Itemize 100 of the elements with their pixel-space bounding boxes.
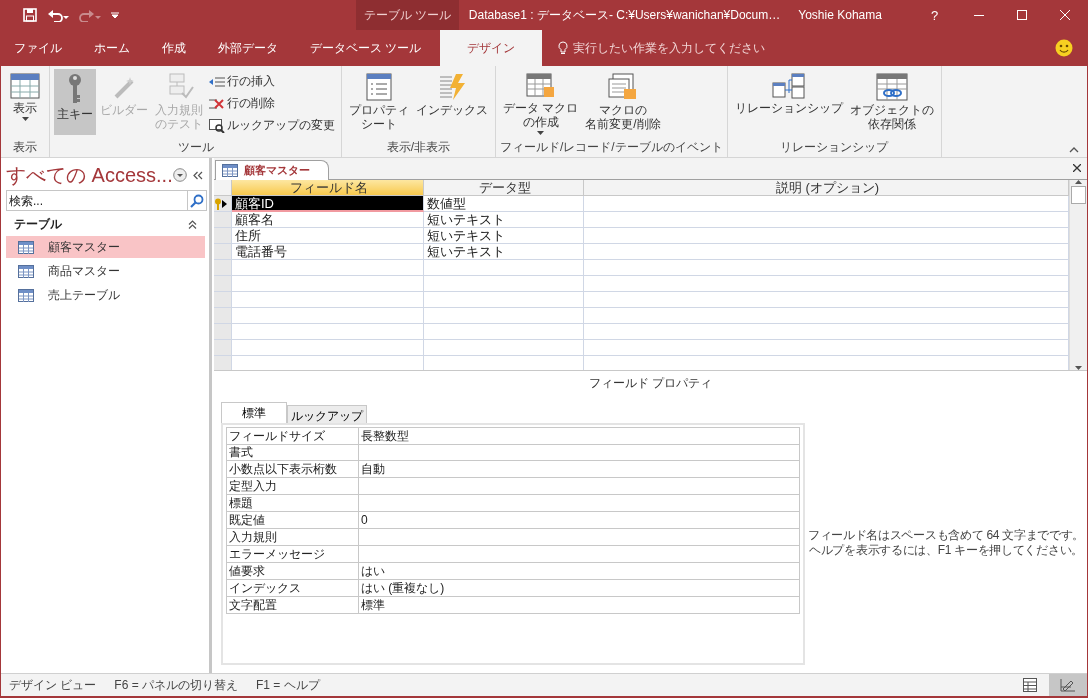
ribbon-button[interactable]: インデックス bbox=[413, 69, 491, 135]
field-name-cell[interactable]: 住所 bbox=[232, 228, 424, 244]
collapse-ribbon-button[interactable] bbox=[1069, 147, 1079, 153]
search-button[interactable] bbox=[187, 190, 207, 211]
description-cell[interactable] bbox=[584, 244, 1069, 260]
row-selector[interactable] bbox=[214, 196, 232, 212]
property-value-field[interactable] bbox=[359, 478, 800, 495]
field-name-cell[interactable] bbox=[232, 308, 424, 324]
ribbon-button[interactable]: ルックアップの変更 bbox=[207, 115, 337, 136]
column-header: 説明 (オプション) bbox=[584, 180, 1069, 196]
design-view-icon bbox=[1060, 678, 1076, 692]
scroll-thumb[interactable] bbox=[1071, 186, 1086, 204]
data-type-cell[interactable] bbox=[424, 308, 584, 324]
property-name: フィールドサイズ bbox=[226, 427, 359, 445]
description-cell[interactable] bbox=[584, 212, 1069, 228]
ribbon-tab[interactable]: 作成 bbox=[149, 30, 199, 66]
field-name-cell[interactable]: 顧客名 bbox=[232, 212, 424, 228]
property-value-field[interactable] bbox=[359, 546, 800, 563]
object-dependencies-icon bbox=[875, 73, 908, 101]
data-type-cell[interactable] bbox=[424, 292, 584, 308]
ribbon-tab[interactable]: 外部データ bbox=[205, 30, 291, 66]
ribbon-button[interactable]: 表示 bbox=[5, 69, 45, 135]
field-name-cell[interactable] bbox=[232, 292, 424, 308]
redo-icon[interactable] bbox=[79, 8, 101, 22]
window-title: Database1 : データベース- C:¥Users¥wanichan¥Docum… bbox=[467, 6, 781, 24]
property-name: 小数点以下表示桁数 bbox=[226, 461, 359, 478]
ribbon-group-label: 表示 bbox=[12, 139, 38, 156]
field-name-cell[interactable] bbox=[232, 260, 424, 276]
property-value-field[interactable]: 長整数型 bbox=[359, 427, 800, 445]
data-type-cell[interactable] bbox=[424, 340, 584, 356]
ribbon-tab[interactable]: データベース ツール bbox=[297, 30, 435, 66]
ribbon-tab[interactable]: デザイン bbox=[440, 30, 543, 66]
lightbulb-icon bbox=[558, 41, 569, 55]
data-type-cell[interactable]: 数値型 bbox=[424, 196, 584, 212]
smiley-icon[interactable] bbox=[1055, 39, 1073, 57]
property-value-field[interactable]: はい bbox=[359, 563, 800, 580]
description-cell[interactable] bbox=[584, 292, 1069, 308]
search-field[interactable]: 検索... bbox=[6, 190, 187, 211]
data-type-cell[interactable] bbox=[424, 260, 584, 276]
close-icon bbox=[1073, 164, 1081, 172]
table-icon bbox=[222, 164, 238, 177]
undo-icon[interactable] bbox=[47, 8, 69, 22]
ribbon-button[interactable]: 行の挿入 bbox=[207, 71, 337, 92]
datasheet-view-icon bbox=[10, 73, 40, 99]
save-icon[interactable] bbox=[23, 8, 37, 22]
ribbon-group-label: 表示/非表示 bbox=[385, 139, 452, 156]
property-value-field[interactable] bbox=[359, 495, 800, 512]
tell-me-field[interactable]: 実行したい作業を入力してください bbox=[558, 30, 766, 66]
field-name-cell[interactable] bbox=[232, 324, 424, 340]
data-type-cell[interactable]: 短いテキスト bbox=[424, 212, 584, 228]
nav-pane-title[interactable]: すべての Access... bbox=[6, 161, 173, 189]
data-type-cell[interactable] bbox=[424, 324, 584, 340]
description-cell[interactable] bbox=[584, 276, 1069, 292]
ribbon-button[interactable]: マクロの 名前変更/削除 bbox=[582, 69, 664, 135]
property-value-field[interactable]: 0 bbox=[359, 512, 800, 529]
lookup-change-icon bbox=[209, 118, 225, 133]
description-cell[interactable] bbox=[584, 324, 1069, 340]
ribbon-tab[interactable]: ファイル bbox=[1, 30, 75, 66]
property-value-field[interactable]: はい (重複なし) bbox=[359, 580, 800, 597]
document-tab[interactable]: 顧客マスター bbox=[215, 160, 329, 180]
ribbon-button[interactable]: 主キー bbox=[54, 69, 96, 135]
data-type-cell[interactable]: 短いテキスト bbox=[424, 244, 584, 260]
description-cell[interactable] bbox=[584, 228, 1069, 244]
close-document-button[interactable] bbox=[1073, 164, 1081, 172]
field-name-cell[interactable]: 顧客ID bbox=[232, 196, 424, 212]
property-tab[interactable]: 標準 bbox=[221, 402, 287, 424]
double-chevron-up-icon[interactable] bbox=[188, 219, 197, 229]
ribbon-group-label: リレーションシップ bbox=[779, 139, 890, 156]
ribbon-button[interactable]: プロパティ シート bbox=[346, 69, 412, 135]
property-value-field[interactable]: 標準 bbox=[359, 597, 800, 614]
property-value-field[interactable]: 自動 bbox=[359, 461, 800, 478]
status-text: F6 = パネルの切り替え bbox=[114, 676, 239, 694]
ribbon-button[interactable]: データ マクロ の作成 bbox=[500, 69, 582, 135]
field-name-cell[interactable] bbox=[232, 276, 424, 292]
property-name: 文字配置 bbox=[226, 597, 359, 614]
view-button[interactable] bbox=[1049, 674, 1087, 696]
property-tab[interactable]: ルックアップ bbox=[287, 405, 367, 423]
vertical-scrollbar[interactable] bbox=[1069, 180, 1087, 370]
field-name-cell[interactable] bbox=[232, 340, 424, 356]
nav-item[interactable]: 売上テーブル bbox=[6, 284, 205, 306]
data-type-cell[interactable]: 短いテキスト bbox=[424, 228, 584, 244]
ribbon-tab[interactable]: ホーム bbox=[81, 30, 143, 66]
ribbon-button[interactable]: 行の削除 bbox=[207, 93, 337, 114]
caret-icon bbox=[21, 117, 29, 121]
ribbon-button[interactable]: リレーションシップ bbox=[731, 69, 846, 135]
data-type-cell[interactable] bbox=[424, 276, 584, 292]
description-cell[interactable] bbox=[584, 340, 1069, 356]
description-cell[interactable] bbox=[584, 308, 1069, 324]
help-button[interactable]: ? bbox=[911, 0, 958, 30]
description-cell[interactable] bbox=[584, 196, 1069, 212]
customize-caret-icon[interactable] bbox=[111, 11, 119, 19]
property-value-field[interactable] bbox=[359, 444, 800, 461]
collapse-pane-button[interactable] bbox=[191, 170, 205, 180]
nav-item[interactable]: 顧客マスター bbox=[6, 236, 205, 258]
property-value-field[interactable] bbox=[359, 529, 800, 546]
description-cell[interactable] bbox=[584, 260, 1069, 276]
field-name-cell[interactable]: 電話番号 bbox=[232, 244, 424, 260]
ribbon-button[interactable]: オブジェクトの 依存関係 bbox=[846, 69, 937, 135]
nav-item[interactable]: 商品マスター bbox=[6, 260, 205, 282]
data-macro-icon bbox=[525, 73, 556, 99]
